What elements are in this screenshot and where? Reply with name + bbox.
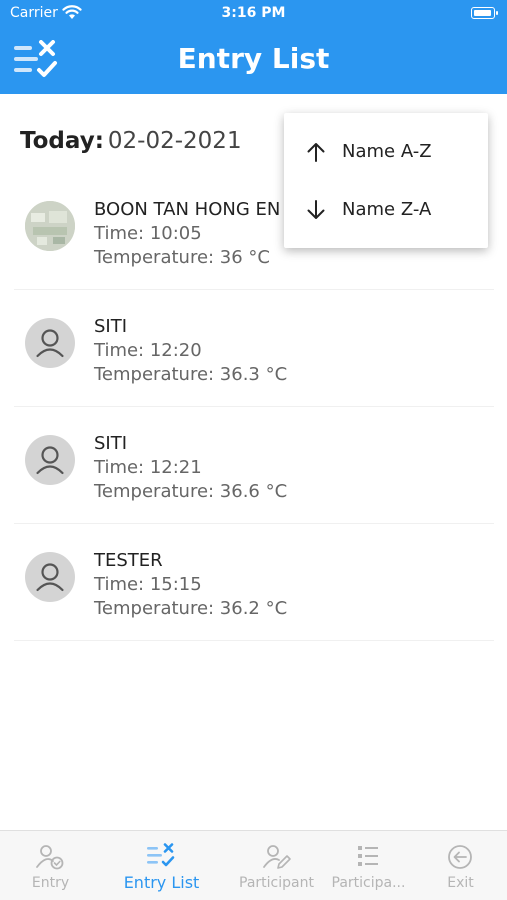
tab-participant[interactable]: Participant: [226, 831, 327, 900]
tab-entry[interactable]: Entry: [0, 831, 101, 900]
entry-name: SITI: [94, 433, 128, 454]
page-title: Entry List: [177, 42, 330, 75]
entry-temperature: Temperature: 36.3 °C: [94, 364, 288, 385]
arrow-down-icon: [305, 199, 327, 221]
tab-label: Entry: [31, 875, 70, 891]
battery-icon: [471, 7, 498, 19]
tab-participant-list[interactable]: Participa...: [318, 831, 419, 900]
tab-exit[interactable]: Exit: [410, 831, 507, 900]
default-person-icon: [25, 435, 75, 485]
today-date: 02-02-2021: [107, 128, 242, 154]
list-item[interactable]: SITI Time: 12:21 Temperature: 36.6 °C: [14, 407, 494, 524]
entry-temperature: Temperature: 36.2 °C: [94, 598, 288, 619]
tab-label: Exit: [447, 875, 474, 891]
sort-name-desc-item[interactable]: Name Z-A: [284, 181, 488, 239]
entry-temperature: Temperature: 36.6 °C: [94, 481, 288, 502]
avatar-photo: [25, 201, 75, 251]
status-bar: Carrier 3:16 PM: [0, 0, 507, 28]
today-label: Today:: [20, 128, 104, 154]
entry-temperature: Temperature: 36 °C: [94, 247, 271, 268]
entry-time: Time: 12:21: [94, 457, 202, 478]
list-icon: [352, 843, 384, 871]
exit-icon: [444, 843, 476, 871]
tab-label: Participant: [239, 875, 314, 891]
tab-label: Entry List: [123, 873, 200, 892]
sort-name-desc-label: Name Z-A: [342, 199, 432, 220]
sort-name-asc-label: Name A-Z: [342, 141, 432, 162]
default-person-icon: [25, 552, 75, 602]
entry-name: TESTER: [94, 550, 163, 571]
arrow-up-icon: [305, 141, 327, 163]
entry-name: BOON TAN HONG EN: [94, 199, 281, 220]
sort-name-asc-item[interactable]: Name A-Z: [284, 123, 488, 181]
sort-menu: Name A-Z Name Z-A: [284, 113, 488, 248]
entry-time: Time: 10:05: [94, 223, 202, 244]
tab-bar: Entry Entry List Participant Participa..…: [0, 830, 507, 900]
person-edit-icon: [260, 843, 292, 871]
entry-time: Time: 12:20: [94, 340, 202, 361]
checklist-icon: [145, 843, 177, 871]
today-header: Today: 02-02-2021: [20, 128, 242, 154]
app-header: Carrier 3:16 PM Entry List: [0, 0, 507, 94]
tab-label: Participa...: [331, 875, 406, 891]
default-person-icon: [25, 318, 75, 368]
tab-entry-list[interactable]: Entry List: [111, 831, 212, 900]
status-time: 3:16 PM: [221, 5, 286, 21]
list-item[interactable]: TESTER Time: 15:15 Temperature: 36.2 °C: [14, 524, 494, 641]
entry-time: Time: 15:15: [94, 574, 202, 595]
entry-name: SITI: [94, 316, 128, 337]
person-check-icon: [34, 843, 66, 871]
list-item[interactable]: SITI Time: 12:20 Temperature: 36.3 °C: [14, 290, 494, 407]
